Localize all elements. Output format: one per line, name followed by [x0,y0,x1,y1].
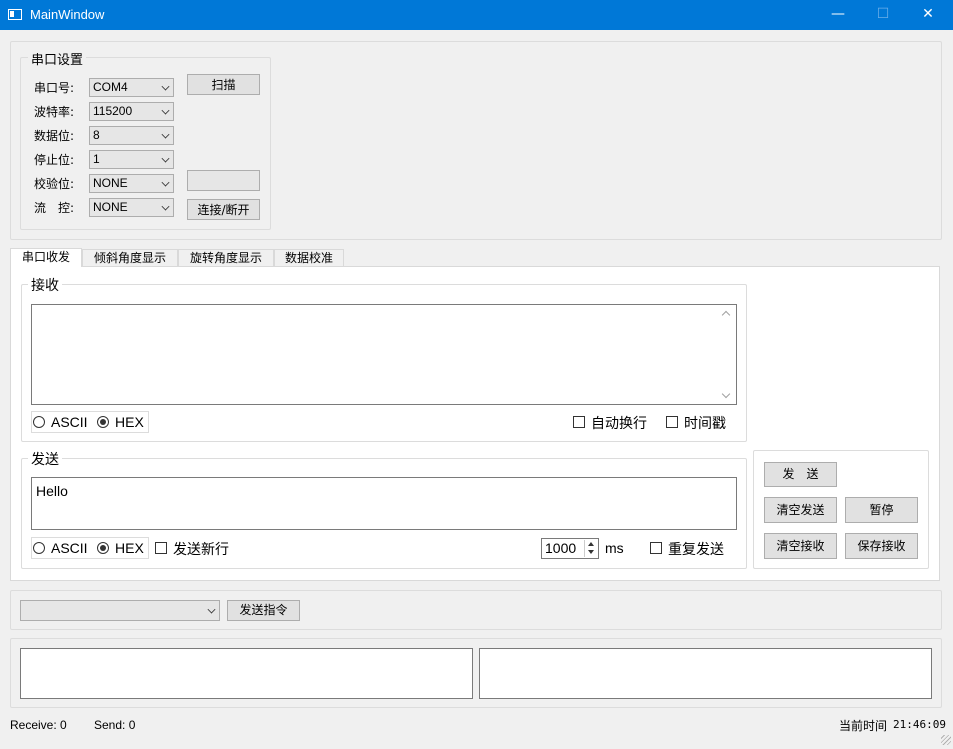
flow-control-select[interactable]: NONE [89,198,174,217]
minimize-button[interactable]: — [815,0,861,30]
maximize-button[interactable]: ☐ [860,0,906,30]
current-time-label: 当前时间 [839,719,888,733]
receive-hex-label: HEX [115,414,144,430]
parity-label: 校验位: [34,177,75,191]
spin-up-icon[interactable] [588,542,594,546]
send-ascii-label: ASCII [51,540,88,556]
repeat-send-checkbox[interactable] [650,542,662,554]
baud-label: 波特率: [34,105,75,119]
chevron-down-icon [161,82,170,91]
close-button[interactable]: ✕ [905,0,951,30]
baud-select[interactable]: 115200 [89,102,174,121]
stopbits-label: 停止位: [34,153,75,167]
output-box-left[interactable] [20,648,473,699]
send-newline-checkbox[interactable] [155,542,167,554]
baud-select-value: 115200 [93,104,133,118]
send-textarea[interactable]: Hello [31,477,737,530]
title-bar: MainWindow — ☐ ✕ [0,0,953,30]
chevron-down-icon [161,154,170,163]
chevron-down-icon [161,178,170,187]
scan-button[interactable]: 扫描 [187,74,260,95]
port-select[interactable]: COM4 [89,78,174,97]
chevron-down-icon [161,130,170,139]
chevron-down-icon [161,106,170,115]
stopbits-select[interactable]: 1 [89,150,174,169]
flow-control-select-value: NONE [93,200,128,214]
stopbits-select-value: 1 [93,152,100,166]
timestamp-checkbox[interactable] [666,416,678,428]
chevron-down-icon [207,605,216,614]
parity-select[interactable]: NONE [89,174,174,193]
flow-control-label: 流 控: [34,201,75,215]
databits-select[interactable]: 8 [89,126,174,145]
auto-wrap-label: 自动换行 [591,416,647,432]
output-box-right[interactable] [479,648,932,699]
databits-select-value: 8 [93,128,100,142]
send-group-title: 发送 [28,449,62,469]
command-select[interactable] [20,600,220,621]
spin-buttons[interactable] [584,540,597,557]
receive-ascii-label: ASCII [51,414,88,430]
send-ascii-radio[interactable] [33,542,45,554]
receive-count: Receive: 0 [10,718,67,732]
clear-receive-button[interactable]: 清空接收 [764,533,837,559]
spin-down-icon[interactable] [588,550,594,554]
send-hex-radio[interactable] [97,542,109,554]
send-button[interactable]: 发 送 [764,462,837,487]
current-time-value: 21:46:09 [893,718,946,731]
auto-wrap-checkbox[interactable] [573,416,585,428]
parity-select-value: NONE [93,176,128,190]
save-receive-button[interactable]: 保存接收 [845,533,918,559]
receive-textarea[interactable] [31,304,737,405]
window-title: MainWindow [30,7,105,22]
tab-tilt-angle[interactable]: 倾斜角度显示 [82,249,178,267]
serial-settings-title: 串口设置 [28,49,87,68]
receive-hex-radio[interactable] [97,416,109,428]
clear-send-button[interactable]: 清空发送 [764,497,837,523]
scroll-up-icon[interactable] [721,310,731,320]
send-count: Send: 0 [94,718,136,732]
pause-button[interactable]: 暂停 [845,497,918,523]
databits-label: 数据位: [34,129,75,143]
receive-group-title: 接收 [28,275,62,295]
receive-scrollbar[interactable] [719,305,736,404]
send-hex-label: HEX [115,540,144,556]
app-icon [8,9,22,20]
receive-ascii-radio[interactable] [33,416,45,428]
interval-value: 1000 [545,540,577,556]
chevron-down-icon [161,202,170,211]
send-command-button[interactable]: 发送指令 [227,600,300,621]
port-label: 串口号: [34,81,75,95]
repeat-send-label: 重复发送 [668,542,724,558]
interval-unit: ms [605,540,624,556]
tab-rotation-angle[interactable]: 旋转角度显示 [178,249,274,267]
port-select-value: COM4 [93,80,128,94]
tab-serial-io[interactable]: 串口收发 [10,248,82,267]
resize-grip[interactable] [941,735,951,745]
blank-button[interactable] [187,170,260,191]
scroll-down-icon[interactable] [721,389,731,399]
interval-spinbox[interactable]: 1000 [541,538,599,559]
timestamp-label: 时间戳 [684,416,726,432]
send-newline-label: 发送新行 [173,542,229,558]
connect-button[interactable]: 连接/断开 [187,199,260,220]
tab-data-calibration[interactable]: 数据校准 [274,249,344,267]
